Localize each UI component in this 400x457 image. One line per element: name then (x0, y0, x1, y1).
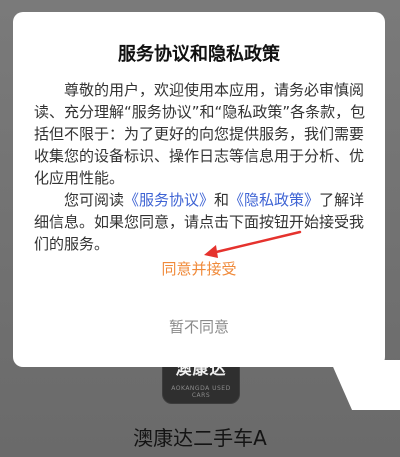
dialog-body: 尊敬的用户，欢迎使用本应用，请务必审慎阅读、充分理解“服务协议”和“隐私政策”各… (34, 79, 366, 255)
dialog-paragraph-intro: 尊敬的用户，欢迎使用本应用，请务必审慎阅读、充分理解“服务协议”和“隐私政策”各… (34, 81, 366, 187)
service-agreement-link[interactable]: 《服务协议》 (124, 191, 214, 209)
privacy-dialog: 服务协议和隐私政策 尊敬的用户，欢迎使用本应用，请务必审慎阅读、充分理解“服务协… (13, 12, 385, 367)
privacy-policy-link[interactable]: 《隐私政策》 (229, 191, 319, 209)
dialog-title: 服务协议和隐私政策 (118, 44, 280, 65)
agree-button[interactable]: 同意并接受 (113, 254, 285, 284)
dialog-paragraph-links: 您可阅读《服务协议》和《隐私政策》了解详细信息。如果您同意，请点击下面按钮开始接… (34, 189, 366, 255)
app-name-label: 澳康达二手车A (133, 426, 267, 450)
paragraph-prefix-text: 您可阅读 (64, 191, 125, 209)
disagree-button[interactable]: 暂不同意 (113, 312, 285, 342)
app-icon-sublabel: AOKANGDA USED CARS (171, 385, 231, 399)
paragraph-and-text: 和 (214, 191, 230, 209)
corner-overlay-shape (330, 360, 400, 410)
